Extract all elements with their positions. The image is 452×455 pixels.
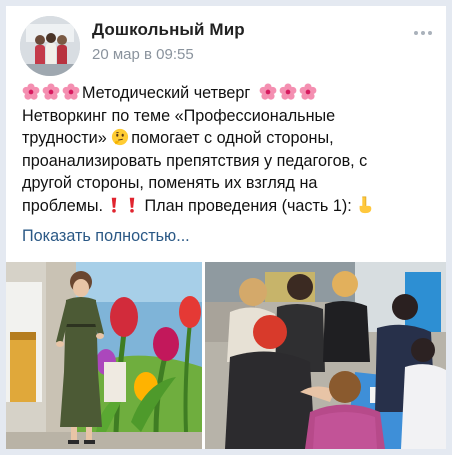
thinking-face-icon bbox=[112, 128, 129, 146]
post-text-segment: Методический четверг bbox=[82, 84, 251, 102]
group-photo-image bbox=[205, 262, 446, 449]
post-text-segment: проблемы. bbox=[22, 196, 104, 215]
post-text-line-3: трудности» помогает с одной стороны, bbox=[22, 127, 436, 150]
post-text-line-1: Методический четверг bbox=[22, 82, 436, 105]
post-text-line-6: проблемы. План проведения (часть 1): bbox=[22, 195, 436, 218]
post-text: Методический четверг Нетворкинг по теме … bbox=[22, 82, 436, 217]
pointing-down-icon bbox=[359, 196, 372, 213]
post-photo-presenter[interactable] bbox=[6, 262, 202, 449]
post-text-line-4: проанализировать препятствия у педагогов… bbox=[22, 151, 368, 170]
post-text-segment: помогает с одной стороны, bbox=[131, 129, 334, 147]
post-photo-group[interactable] bbox=[205, 262, 446, 449]
cherry-blossom-icon bbox=[259, 83, 277, 100]
avatar[interactable] bbox=[20, 16, 80, 76]
avatar-image bbox=[20, 16, 80, 76]
cherry-blossom-icon bbox=[42, 83, 60, 100]
cherry-blossom-icon bbox=[279, 83, 297, 100]
red-exclamation-icon bbox=[129, 197, 135, 213]
post-text-line-5: другой стороны, поменять их взгляд на bbox=[22, 174, 318, 192]
red-exclamation-icon bbox=[111, 197, 116, 213]
post-date[interactable]: 20 мар в 09:55 bbox=[92, 46, 194, 63]
post-text-segment: План проведения (часть 1): bbox=[144, 196, 352, 215]
presenter-photo-image bbox=[6, 262, 202, 449]
post-card: Дошкольный Мир 20 мар в 09:55 Методическ… bbox=[6, 6, 446, 449]
more-dots-icon[interactable] bbox=[412, 28, 434, 38]
post-text-segment: трудности» bbox=[22, 129, 107, 147]
cherry-blossom-icon bbox=[299, 83, 317, 100]
cherry-blossom-icon bbox=[22, 83, 40, 100]
cherry-blossom-icon bbox=[62, 83, 80, 100]
post-text-line-2: Нетворкинг по теме «Профессиональные bbox=[22, 106, 336, 125]
show-more-link[interactable]: Показать полностью... bbox=[22, 227, 190, 246]
post-author[interactable]: Дошкольный Мир bbox=[92, 20, 245, 40]
